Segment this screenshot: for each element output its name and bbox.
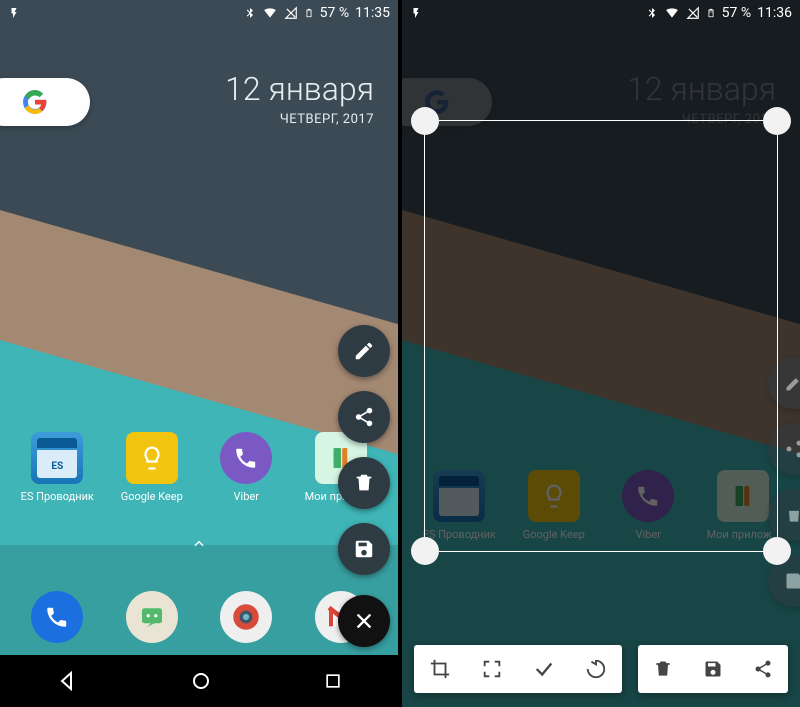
flash-icon [410, 5, 422, 21]
es-explorer-icon: ES [31, 432, 83, 484]
crop-icon [429, 658, 451, 680]
close-icon [353, 610, 375, 632]
battery-percent: 57 % [722, 5, 751, 21]
signal-icon [686, 6, 700, 20]
trash-icon [653, 659, 673, 679]
dock-phone[interactable] [17, 591, 97, 643]
close-fab[interactable] [338, 595, 390, 647]
date-text: 12 января [225, 70, 374, 108]
app-es-explorer[interactable]: ES ES Проводник [17, 432, 97, 503]
signal-icon [284, 6, 298, 20]
messages-icon [126, 591, 178, 643]
save-icon [784, 571, 800, 591]
share-fab[interactable] [338, 391, 390, 443]
nav-back[interactable] [55, 669, 79, 693]
nav-home[interactable] [189, 669, 213, 693]
dock-messages[interactable] [112, 591, 192, 643]
share-icon [784, 439, 800, 459]
pencil-icon [784, 373, 800, 393]
nav-recent[interactable] [323, 671, 343, 691]
share-icon [753, 659, 773, 679]
google-keep-icon [126, 432, 178, 484]
save-icon [353, 538, 375, 560]
fullscreen-button[interactable] [475, 652, 509, 686]
wifi-icon [664, 6, 680, 20]
fullscreen-icon [481, 658, 503, 680]
clock: 11:35 [355, 5, 390, 21]
phone-icon [31, 591, 83, 643]
battery-icon [706, 5, 716, 21]
google-search-pill[interactable] [0, 78, 90, 126]
nav-bar [0, 655, 398, 707]
google-logo-icon [22, 89, 48, 115]
reset-button[interactable] [579, 652, 613, 686]
crop-handle-bottom-right[interactable] [763, 537, 791, 565]
wifi-icon [262, 6, 278, 20]
viber-icon [220, 432, 272, 484]
camera-icon [220, 591, 272, 643]
status-bar: 57 % 11:35 [0, 0, 398, 26]
share-icon [353, 406, 375, 428]
app-label: Google Keep [121, 490, 183, 503]
battery-percent: 57 % [320, 5, 349, 21]
screen-crop: 57 % 11:36 12 января ЧЕТВЕРГ, 2017 ES Пр… [402, 0, 800, 707]
screenshot-fab-column [338, 325, 390, 647]
trash-icon [353, 472, 375, 494]
date-subtext: ЧЕТВЕРГ, 2017 [225, 112, 374, 127]
crop-toolbar-left [414, 645, 622, 693]
crop-handle-top-left[interactable] [411, 107, 439, 135]
pencil-icon [353, 340, 375, 362]
save-fab[interactable] [338, 523, 390, 575]
clock: 11:36 [757, 5, 792, 21]
dock-camera[interactable] [206, 591, 286, 643]
save-icon [703, 659, 723, 679]
app-viber[interactable]: Viber [206, 432, 286, 503]
crop-handle-top-right[interactable] [763, 107, 791, 135]
crop-button[interactable] [423, 652, 457, 686]
app-label: ES Проводник [21, 490, 94, 503]
flash-icon [8, 5, 20, 21]
save-button[interactable] [696, 652, 730, 686]
check-icon [533, 658, 555, 680]
share-button[interactable] [746, 652, 780, 686]
bluetooth-icon [646, 5, 658, 21]
screen-home: 57 % 11:35 12 января ЧЕТВЕРГ, 2017 ES ES… [0, 0, 398, 707]
crop-toolbar-right [638, 645, 788, 693]
status-bar: 57 % 11:36 [402, 0, 800, 26]
crop-handle-bottom-left[interactable] [411, 537, 439, 565]
app-label: Viber [234, 490, 259, 503]
trash-icon [784, 505, 800, 525]
crop-frame[interactable] [424, 120, 778, 552]
delete-fab[interactable] [338, 457, 390, 509]
battery-icon [304, 5, 314, 21]
delete-button[interactable] [646, 652, 680, 686]
restore-icon [585, 658, 607, 680]
app-google-keep[interactable]: Google Keep [112, 432, 192, 503]
date-widget[interactable]: 12 января ЧЕТВЕРГ, 2017 [225, 70, 374, 127]
bluetooth-icon [244, 5, 256, 21]
edit-fab[interactable] [338, 325, 390, 377]
all-apps-arrow[interactable] [189, 536, 209, 555]
confirm-button[interactable] [527, 652, 561, 686]
